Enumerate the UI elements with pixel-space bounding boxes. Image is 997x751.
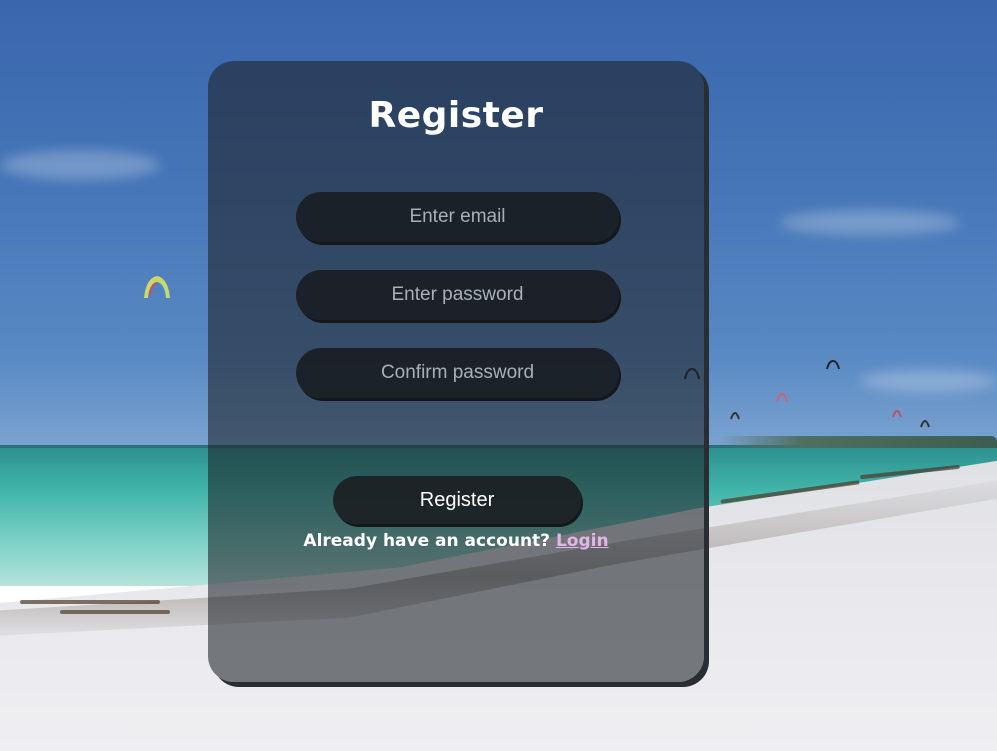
seaweed	[60, 610, 170, 614]
kite-icon	[826, 360, 840, 370]
seaweed	[20, 600, 160, 604]
kite-icon	[776, 393, 788, 403]
login-prompt-text: Already have an account?	[303, 531, 551, 551]
kite-icon	[144, 276, 170, 298]
cloud	[780, 210, 960, 235]
login-link[interactable]: Login	[556, 531, 609, 551]
kite-icon	[730, 412, 740, 420]
register-card: Register Register Already have an accoun…	[208, 61, 704, 682]
kite-icon	[892, 410, 902, 418]
kite-icon	[920, 420, 930, 428]
login-prompt: Already have an account? Login	[208, 531, 704, 551]
confirm-password-field[interactable]	[296, 348, 619, 398]
cloud	[0, 150, 160, 180]
register-button[interactable]: Register	[333, 476, 581, 524]
cloud	[860, 370, 997, 392]
email-field[interactable]	[296, 192, 619, 242]
far-land	[720, 436, 997, 448]
password-field[interactable]	[296, 270, 619, 320]
page-title: Register	[368, 95, 544, 136]
